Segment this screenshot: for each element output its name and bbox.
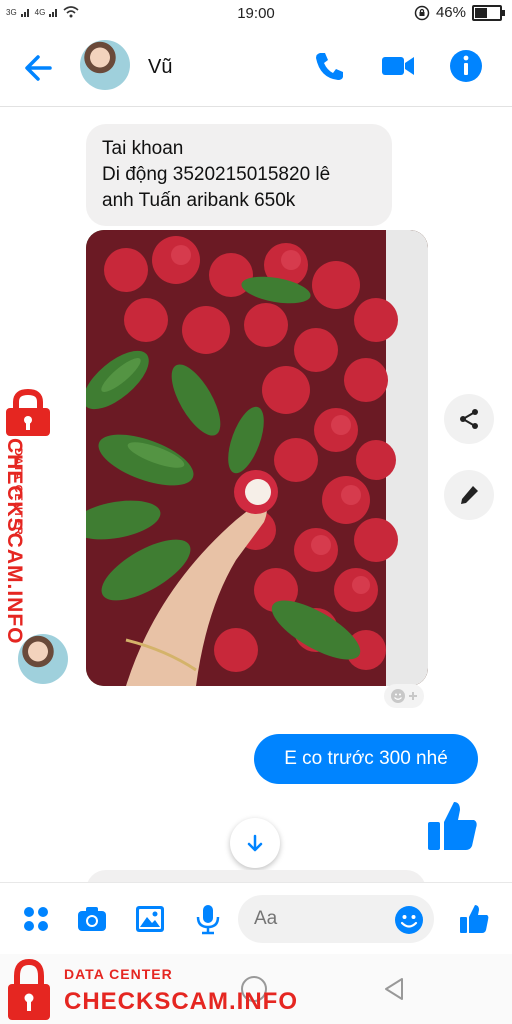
edit-button[interactable] [444,470,494,520]
camera-icon[interactable] [76,903,108,935]
incoming-message-bubble[interactable]: Tai khoan Di động 3520215015820 lê anh T… [86,124,392,226]
message-line: Tai khoan [102,138,184,159]
message-composer [0,882,512,955]
watermark-vertical: DATA CENTER CHECKSCAM.INFO [2,388,62,645]
phone-icon[interactable] [312,48,348,84]
gallery-icon[interactable] [134,903,166,935]
arrow-down-icon [247,834,263,852]
message-line: Di động 3520215015820 lê [102,164,331,185]
battery-percent: 46% [435,4,466,21]
emoji-add-icon [391,689,417,703]
more-dots-icon[interactable] [20,903,52,935]
video-camera-icon[interactable] [380,48,416,84]
like-button-icon[interactable] [458,903,490,935]
padlock-icon [6,388,50,436]
back-triangle-icon[interactable] [382,976,406,1002]
watermark-bottom: DATA CENTER CHECKSCAM.INFO [6,958,326,1024]
contact-avatar[interactable] [80,40,130,90]
battery-icon [472,4,505,21]
info-icon[interactable] [448,48,484,84]
back-arrow-icon[interactable] [20,48,60,88]
padlock-icon [8,958,50,1020]
emoji-icon[interactable] [394,905,424,935]
status-right: 46% [414,4,505,21]
share-icon [460,409,478,429]
watermark-main-line: CHECKSCAM.INFO [3,438,26,645]
watermark-main-line: CHECKSCAM.INFO [64,988,298,1015]
share-button[interactable] [444,394,494,444]
microphone-icon[interactable] [192,903,224,935]
message-line: anh Tuấn aribank 650k [102,190,296,211]
watermark-top-line: DATA CENTER [64,966,173,982]
like-icon [428,802,477,850]
outgoing-message-bubble[interactable]: E co trước 300 nhé [254,734,478,784]
photo-message-rambutan[interactable] [86,230,428,686]
rambutan-photo [86,230,428,686]
scroll-to-bottom-button[interactable] [230,818,280,868]
edit-pencil-icon [461,486,478,504]
contact-name[interactable]: Vũ [148,56,172,79]
conversation-header: Vũ [0,28,512,107]
rotation-lock-icon [414,5,430,20]
add-reaction-button[interactable] [384,684,424,708]
status-bar: 3G 4G 19:00 46% [0,0,512,28]
